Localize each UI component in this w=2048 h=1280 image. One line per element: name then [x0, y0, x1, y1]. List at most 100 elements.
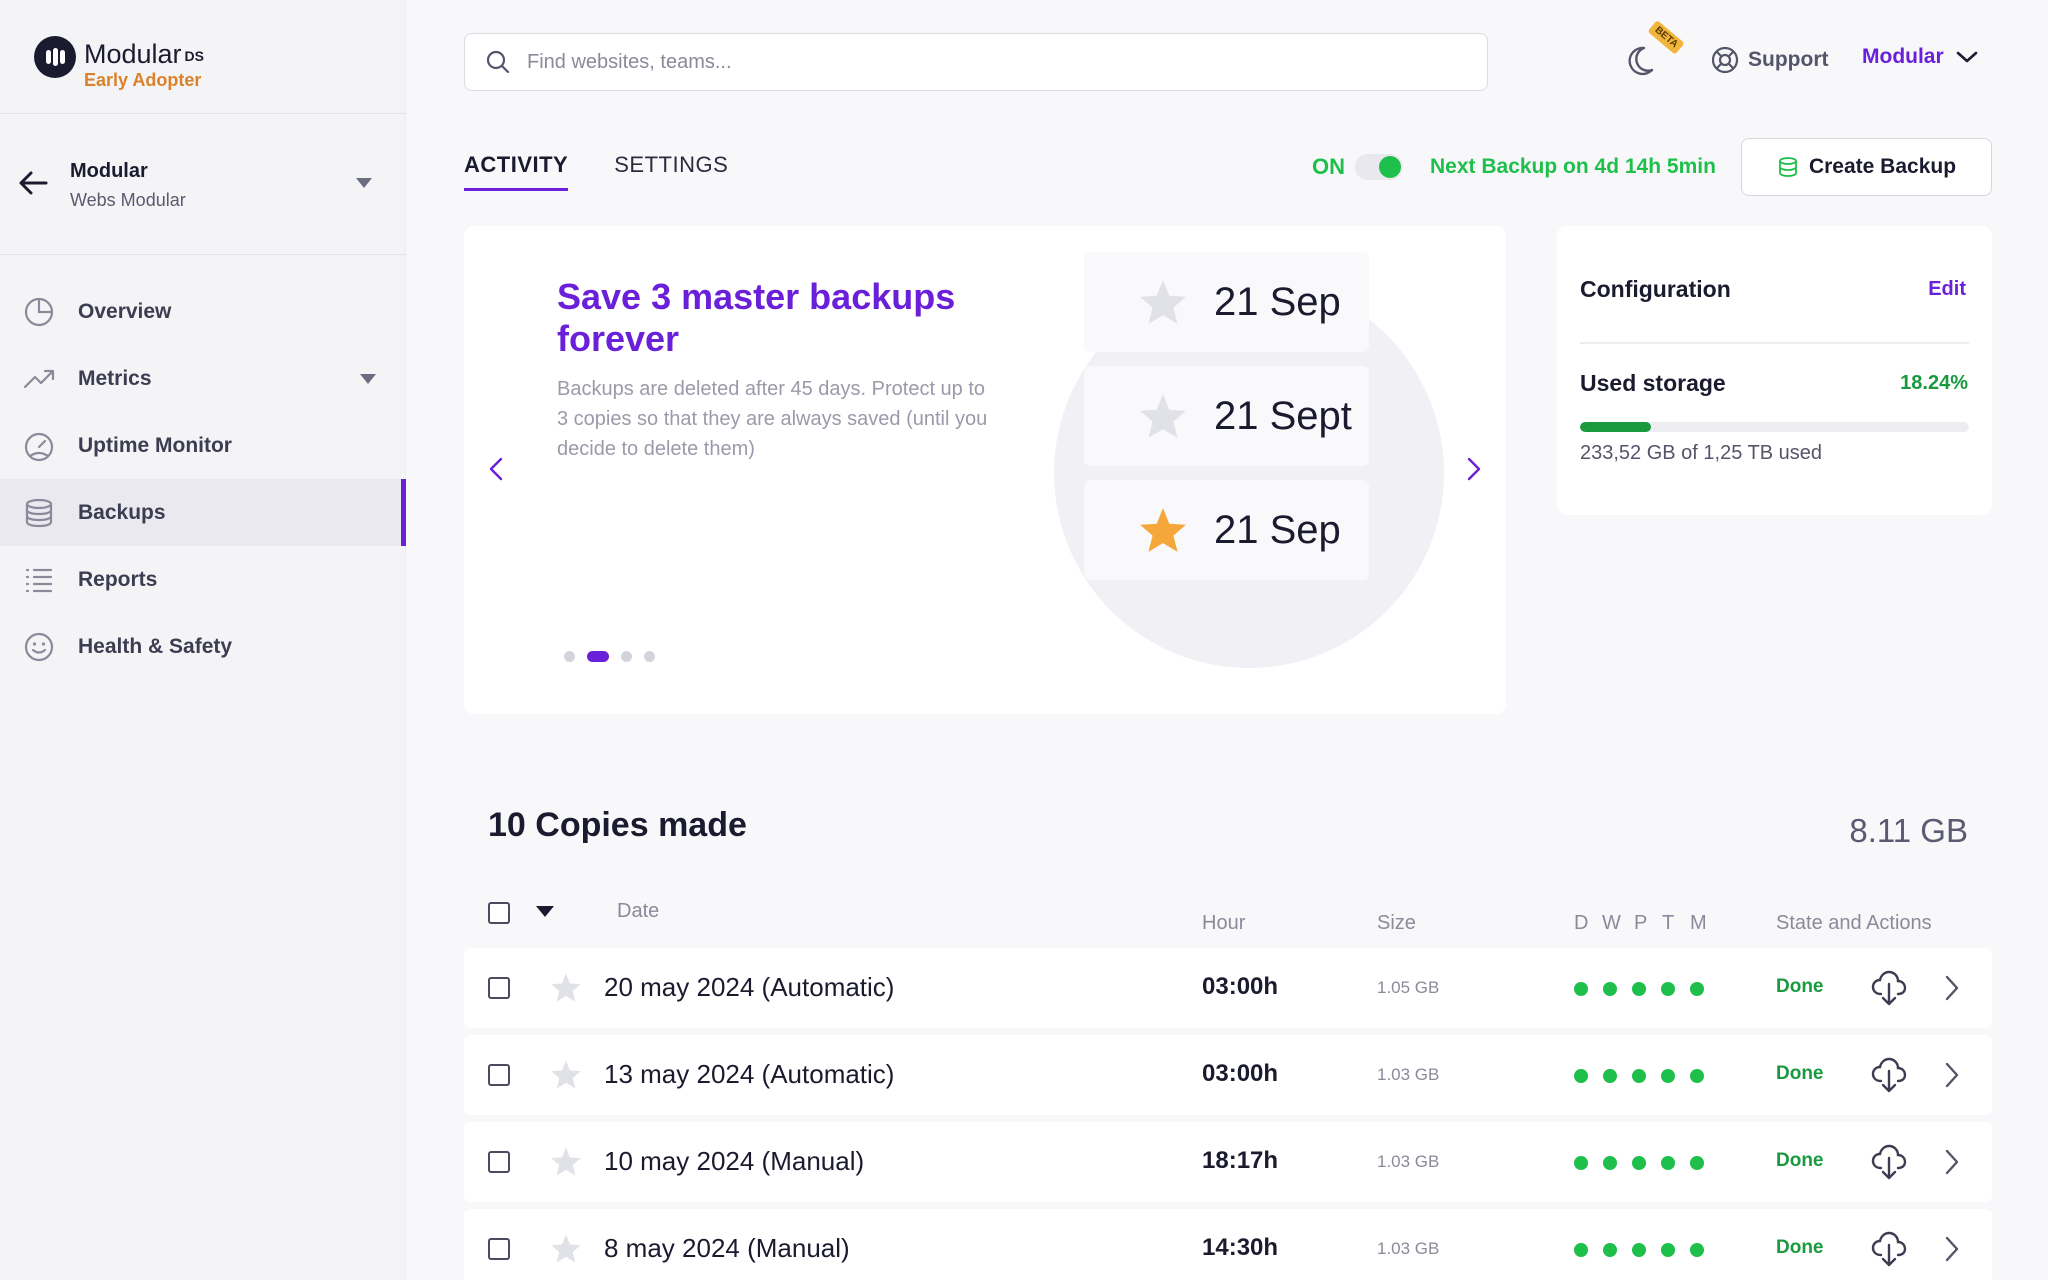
status-dot: [1574, 1156, 1588, 1170]
column-size: Size: [1377, 912, 1416, 934]
account-menu[interactable]: Modular: [1862, 45, 1978, 69]
sidebar: Modular DS Early Adopter Modular Webs Mod…: [0, 0, 406, 1280]
database-icon: [1779, 157, 1797, 177]
moon-icon[interactable]: [1626, 40, 1666, 80]
row-checkbox[interactable]: [488, 977, 510, 999]
download-icon[interactable]: [1870, 1142, 1908, 1182]
chevron-left-icon[interactable]: [482, 454, 512, 484]
status-dot: [1603, 982, 1617, 996]
sidebar-item-label: Reports: [78, 567, 158, 591]
search-input[interactable]: [527, 50, 1427, 74]
search-bar[interactable]: [464, 33, 1488, 91]
status-dot: [1574, 1243, 1588, 1257]
tab-settings[interactable]: SETTINGS: [614, 152, 728, 191]
site-switcher[interactable]: Modular Webs Modular: [0, 150, 406, 220]
column-flag: P: [1634, 912, 1648, 934]
lifebuoy-icon: [1711, 46, 1739, 74]
row-checkbox[interactable]: [488, 1064, 510, 1086]
sidebar-divider: [0, 113, 406, 114]
sidebar-divider: [0, 254, 406, 255]
modular-logo-icon: [34, 36, 76, 78]
tab-activity[interactable]: ACTIVITY: [464, 152, 569, 191]
caret-down-icon[interactable]: [360, 374, 376, 384]
pie-chart-icon: [22, 295, 56, 329]
configuration-title: Configuration: [1580, 276, 1731, 302]
carousel-dot[interactable]: [564, 651, 575, 662]
column-flag: T: [1662, 912, 1675, 934]
table-row[interactable]: 20 may 2024 (Automatic) 03:00h 1.05 GB D…: [464, 948, 1992, 1028]
select-all-checkbox[interactable]: [488, 902, 510, 924]
chevron-right-icon[interactable]: [1942, 1148, 1962, 1176]
download-icon[interactable]: [1870, 1055, 1908, 1095]
caret-down-icon[interactable]: [356, 178, 372, 188]
chevron-right-icon[interactable]: [1942, 974, 1962, 1002]
sidebar-item-overview[interactable]: Overview: [0, 278, 406, 345]
star-icon[interactable]: [550, 972, 582, 1003]
storage-progress-bar: [1580, 422, 1969, 432]
create-backup-button[interactable]: Create Backup: [1741, 138, 1992, 196]
sidebar-item-backups[interactable]: Backups: [0, 479, 406, 546]
table-row[interactable]: 10 may 2024 (Manual) 18:17h 1.03 GB Done: [464, 1122, 1992, 1202]
brand-subtitle: Early Adopter: [84, 70, 202, 90]
chevron-right-icon[interactable]: [1942, 1235, 1962, 1263]
gauge-icon: [22, 429, 56, 463]
row-date: 8 may 2024 (Manual): [604, 1233, 850, 1263]
carousel-dot[interactable]: [621, 651, 632, 662]
row-state: Done: [1776, 1237, 1824, 1258]
row-hour: 18:17h: [1202, 1147, 1279, 1174]
chevron-right-icon[interactable]: [1942, 1061, 1962, 1089]
row-checkbox[interactable]: [488, 1238, 510, 1260]
row-status-dots: [1574, 982, 1704, 996]
column-state: State and Actions: [1776, 912, 1932, 934]
row-checkbox[interactable]: [488, 1151, 510, 1173]
status-dot: [1661, 1243, 1675, 1257]
sidebar-item-label: Overview: [78, 299, 172, 323]
database-icon: [22, 496, 56, 530]
page-tabs: ACTIVITY SETTINGS: [464, 152, 728, 191]
carousel-dot-active[interactable]: [587, 651, 609, 662]
star-icon[interactable]: [550, 1059, 582, 1090]
column-date[interactable]: Date: [617, 900, 659, 923]
row-size: 1.03 GB: [1377, 1152, 1440, 1171]
download-icon[interactable]: [1870, 1229, 1908, 1269]
star-icon[interactable]: [550, 1146, 582, 1177]
status-dot: [1690, 1069, 1704, 1083]
status-dot: [1632, 1069, 1646, 1083]
chevron-right-icon[interactable]: [1458, 454, 1488, 484]
copies-total-size: 8.11 GB: [1849, 812, 1968, 849]
row-hour: 14:30h: [1202, 1234, 1279, 1261]
sidebar-item-metrics[interactable]: Metrics: [0, 345, 406, 412]
carousel-dot[interactable]: [644, 651, 655, 662]
table-row[interactable]: 8 may 2024 (Manual) 14:30h 1.03 GB Done: [464, 1209, 1992, 1280]
caret-down-icon[interactable]: [536, 906, 554, 917]
edit-configuration-link[interactable]: Edit: [1928, 278, 1966, 301]
chevron-down-icon: [1956, 51, 1977, 63]
sidebar-item-health-safety[interactable]: Health & Safety: [0, 613, 406, 680]
download-icon[interactable]: [1870, 968, 1908, 1008]
promo-text: Backups are deleted after 45 days. Prote…: [557, 378, 988, 460]
row-hour: 03:00h: [1202, 1060, 1279, 1087]
carousel-dots: [564, 651, 655, 662]
star-icon[interactable]: [550, 1233, 582, 1264]
brand-logo-area[interactable]: Modular DS Early Adopter: [34, 36, 204, 92]
sidebar-item-label: Metrics: [78, 366, 152, 390]
table-header: Date Hour Size D W P T M State and Actio…: [464, 890, 1992, 940]
arrow-left-icon[interactable]: [16, 166, 50, 200]
table-row[interactable]: 13 may 2024 (Automatic) 03:00h 1.03 GB D…: [464, 1035, 1992, 1115]
support-link[interactable]: Support: [1710, 45, 1828, 75]
sidebar-item-uptime-monitor[interactable]: Uptime Monitor: [0, 412, 406, 479]
row-date: 10 may 2024 (Manual): [604, 1146, 865, 1176]
row-state: Done: [1776, 1063, 1824, 1084]
star-icon: [1140, 394, 1186, 438]
sidebar-item-reports[interactable]: Reports: [0, 546, 406, 613]
backup-toggle[interactable]: ON: [1312, 154, 1403, 180]
column-hour: Hour: [1202, 912, 1246, 934]
trend-icon: [22, 362, 56, 396]
row-size: 1.05 GB: [1377, 978, 1440, 997]
status-dot: [1661, 982, 1675, 996]
star-icon: [1140, 280, 1186, 324]
column-flag: W: [1602, 912, 1621, 934]
row-state: Done: [1776, 976, 1824, 997]
row-date: 13 may 2024 (Automatic): [604, 1059, 895, 1089]
toggle-switch[interactable]: [1355, 154, 1403, 180]
